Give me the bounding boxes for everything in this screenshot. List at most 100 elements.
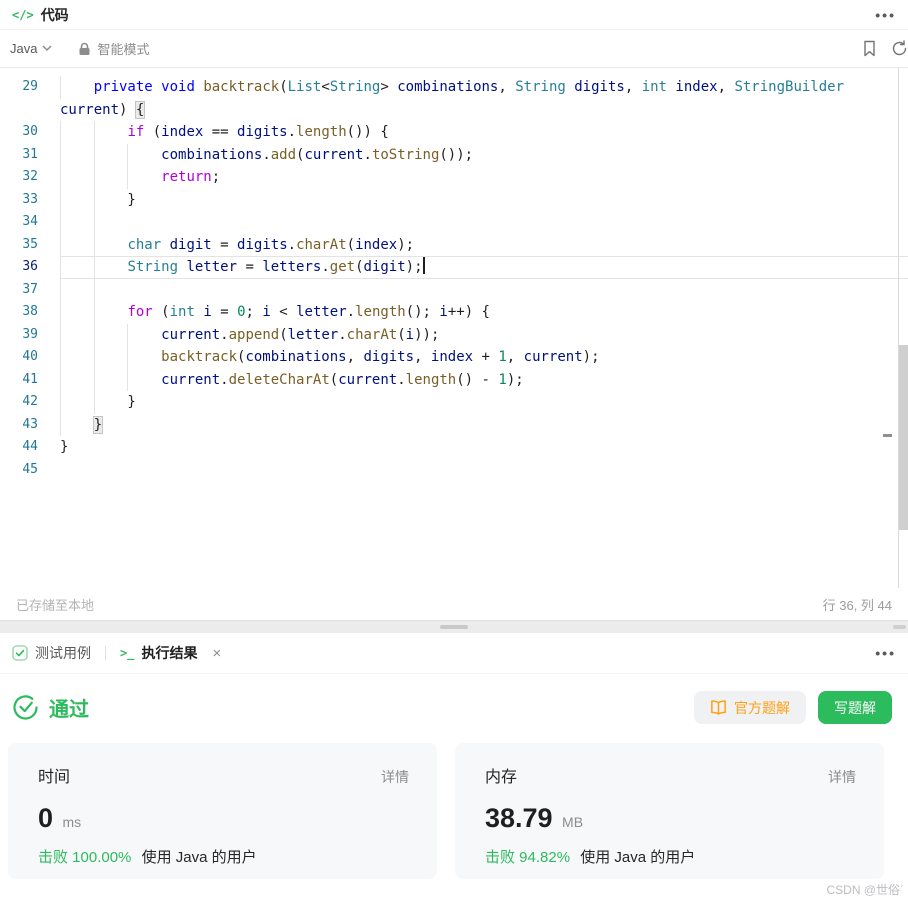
mode-indicator: 智能模式 xyxy=(78,39,149,58)
code-line[interactable]: 42 } xyxy=(0,391,908,414)
indent-guide xyxy=(60,188,61,211)
code-line-text: return; xyxy=(60,166,908,189)
line-number: 43 xyxy=(22,416,38,432)
write-solution-button[interactable]: 写题解 xyxy=(818,691,892,724)
terminal-icon: >_ xyxy=(120,646,135,660)
indent-guide xyxy=(60,301,61,324)
indent-guide xyxy=(60,76,61,99)
code-line-text: current.deleteCharAt(current.length() - … xyxy=(60,368,908,391)
text-cursor xyxy=(422,257,425,274)
code-line[interactable]: 38 for (int i = 0; i < letter.length(); … xyxy=(0,301,908,324)
indent-guide xyxy=(93,256,95,279)
indent-guide xyxy=(93,368,95,391)
indent-guide xyxy=(60,346,61,369)
memory-beat: 击败 94.82% xyxy=(485,849,571,866)
code-line-text xyxy=(60,211,908,234)
indent-guide xyxy=(93,121,95,144)
code-line[interactable]: 33 } xyxy=(0,188,908,211)
code-line[interactable]: 43 } xyxy=(0,413,908,436)
memory-card: 内存 详情 38.79 MB 击败 94.82% 使用 Java 的用户 xyxy=(455,743,884,879)
panel-more-icon[interactable]: ••• xyxy=(875,8,896,22)
indent-guide xyxy=(127,346,129,369)
tab-run-result-label: 执行结果 xyxy=(141,645,198,661)
code-line[interactable]: 40 backtrack(combinations, digits, index… xyxy=(0,346,908,369)
code-line[interactable]: 41 current.deleteCharAt(current.length()… xyxy=(0,368,908,391)
code-line[interactable]: 30 if (index == digits.length()) { xyxy=(0,121,908,144)
resize-handle[interactable] xyxy=(440,625,468,629)
line-number: 32 xyxy=(22,169,38,184)
tab-testcases-label: 测试用例 xyxy=(35,645,91,661)
lock-icon xyxy=(79,42,90,55)
editor-toolbar: Java 智能模式 xyxy=(0,30,908,68)
code-icon: </> xyxy=(12,7,34,22)
code-line-text: combinations.add(current.toString()); xyxy=(60,143,908,166)
code-line[interactable]: 29 private void backtrack(List<String> c… xyxy=(0,76,908,99)
editor-statusbar: 已存储至本地 行 36, 列 44 xyxy=(0,588,908,620)
indent-guide xyxy=(60,166,61,189)
code-line[interactable]: 45 xyxy=(0,459,908,482)
indent-guide xyxy=(60,143,61,166)
indent-guide xyxy=(127,143,129,166)
line-number: 45 xyxy=(22,461,38,477)
code-panel: </> 代码 ••• Java 智能模式 29 private void bac… xyxy=(0,0,908,906)
indent-guide xyxy=(60,121,61,144)
code-line[interactable]: 32 return; xyxy=(0,166,908,189)
code-line-text: } xyxy=(60,413,908,436)
runtime-title: 时间 xyxy=(38,769,71,786)
indent-guide xyxy=(93,211,95,234)
code-line[interactable]: 31 combinations.add(current.toString()); xyxy=(0,143,908,166)
console-more-icon[interactable]: ••• xyxy=(875,646,896,660)
code-line-text: current) { xyxy=(60,100,146,119)
official-solution-label: 官方题解 xyxy=(734,699,790,716)
code-editor[interactable]: 29 private void backtrack(List<String> c… xyxy=(0,68,908,588)
indent-guide xyxy=(93,301,95,324)
scrollbar-thumb[interactable] xyxy=(899,345,908,530)
code-line[interactable]: 36 String letter = letters.get(digit); xyxy=(0,256,908,279)
panel-header: </> 代码 ••• xyxy=(0,0,908,30)
line-number xyxy=(0,99,38,122)
tab-run-result[interactable]: >_ 执行结果 × xyxy=(120,643,221,663)
overview-ruler-marker xyxy=(883,434,892,437)
indent-guide xyxy=(93,233,95,256)
line-number: 34 xyxy=(22,214,38,229)
bookmark-icon xyxy=(864,40,875,57)
save-status: 已存储至本地 xyxy=(16,597,95,613)
runtime-details-link[interactable]: 详情 xyxy=(381,767,409,787)
memory-unit: MB xyxy=(562,814,584,830)
bookmark-button[interactable] xyxy=(862,40,877,57)
mode-label: 智能模式 xyxy=(97,42,150,57)
indent-guide xyxy=(60,256,61,279)
chevron-down-icon xyxy=(42,45,52,52)
line-number: 36 xyxy=(22,259,38,274)
memory-title: 内存 xyxy=(485,769,518,786)
indent-guide xyxy=(93,188,95,211)
line-number: 40 xyxy=(22,349,38,364)
official-solution-button[interactable]: 官方题解 xyxy=(694,691,806,724)
language-select[interactable]: Java xyxy=(10,41,52,56)
reset-code-button[interactable] xyxy=(891,40,908,57)
resize-handle-right[interactable] xyxy=(893,625,906,629)
line-number: 31 xyxy=(22,146,38,162)
line-number: 39 xyxy=(22,326,38,342)
tab-testcases[interactable]: 测试用例 xyxy=(12,643,91,663)
code-line[interactable]: 37 xyxy=(0,278,908,301)
indent-guide xyxy=(60,323,61,346)
runtime-unit: ms xyxy=(62,814,82,830)
indent-guide xyxy=(93,346,95,369)
status-badge: 通过 xyxy=(49,699,89,721)
code-line-text: private void backtrack(List<String> comb… xyxy=(60,76,908,99)
code-line[interactable]: 35 char digit = digits.charAt(index); xyxy=(0,233,908,256)
code-line[interactable]: 34 xyxy=(0,211,908,234)
close-icon[interactable]: × xyxy=(212,646,221,661)
indent-guide xyxy=(127,323,129,346)
code-line-text: if (index == digits.length()) { xyxy=(60,121,908,144)
memory-value: 38.79 xyxy=(485,803,553,833)
line-number: 41 xyxy=(22,371,38,387)
code-line[interactable]: 39 current.append(letter.charAt(i)); xyxy=(0,323,908,346)
code-line-text: } xyxy=(60,391,908,414)
code-line[interactable]: 44} xyxy=(0,436,908,459)
code-line-text: } xyxy=(60,439,69,455)
code-line[interactable]: current) { xyxy=(0,99,908,122)
memory-details-link[interactable]: 详情 xyxy=(828,767,856,787)
